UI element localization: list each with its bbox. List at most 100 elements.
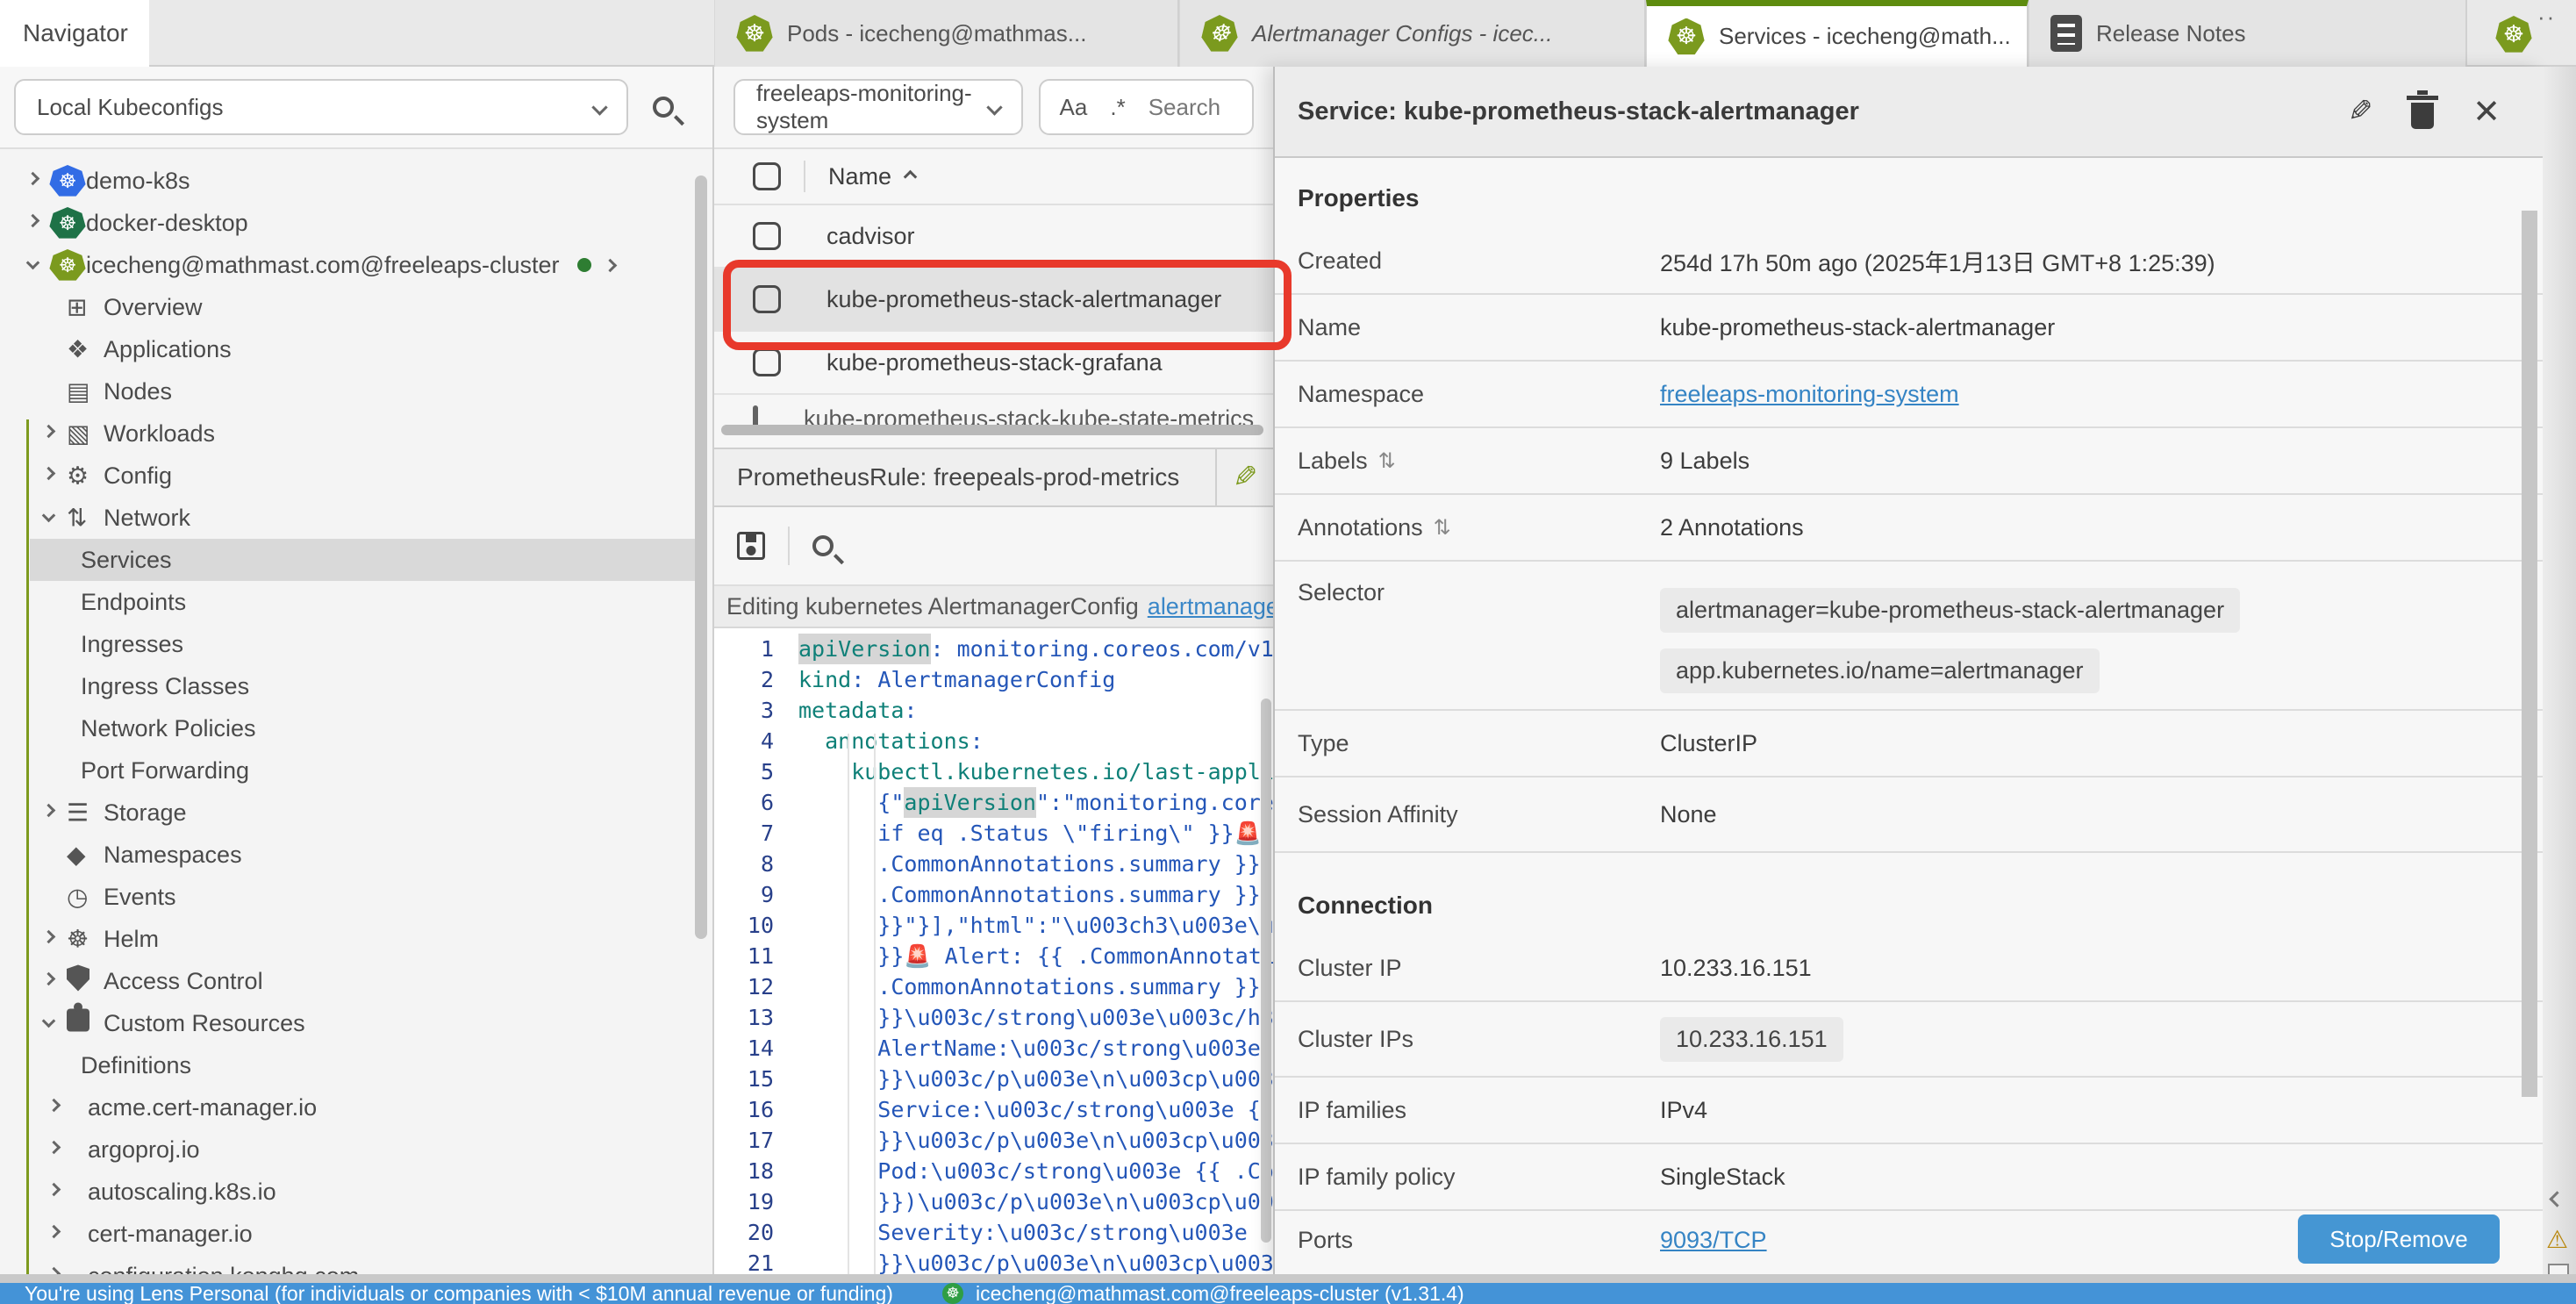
stop-remove-button[interactable]: Stop/Remove <box>2298 1214 2500 1264</box>
storage-icon: ☰ <box>67 799 89 828</box>
sidebar-item-autoscaling[interactable]: autoscaling.k8s.io <box>0 1171 712 1213</box>
status-bar: You're using Lens Personal (for individu… <box>0 1283 2576 1304</box>
chevron-down-icon <box>26 256 40 270</box>
tab-services[interactable]: ☸ Services - icecheng@math... ✕ <box>1646 0 2029 67</box>
warning-icon[interactable]: ⚠ <box>2546 1225 2568 1254</box>
sidebar-item-freeleaps-cluster[interactable]: ☸ icecheng@mathmast.com@freeleaps-cluste… <box>0 244 712 286</box>
helm-icon: ☸ <box>67 925 89 954</box>
sidebar-item-port-forwarding[interactable]: Port Forwarding <box>0 749 712 792</box>
sidebar-item-custom-resources[interactable]: Custom Resources <box>0 1002 712 1044</box>
code-line: 19 }})\u003c/p\u003e\n\u003cp\u00 <box>714 1186 1273 1217</box>
code-line: 6 {"apiVersion":"monitoring.coreos.com/v… <box>714 787 1273 818</box>
edit-rule-segment[interactable]: ✎ <box>1215 449 1273 505</box>
tab-release-notes[interactable]: Release Notes <box>2029 0 2467 67</box>
editor-search-icon[interactable] <box>812 535 834 556</box>
sidebar-item-endpoints[interactable]: Endpoints <box>0 581 712 623</box>
editor-scrollbar[interactable] <box>1261 699 1271 1243</box>
code-line: 14 AlertName:\u003c/strong\u003e <box>714 1033 1273 1064</box>
close-drawer-icon[interactable]: ✕ <box>2472 92 2501 132</box>
code-line: 4 annotations: <box>714 726 1273 756</box>
sidebar-item-network-policies[interactable]: Network Policies <box>0 707 712 749</box>
select-all-checkbox[interactable] <box>753 162 781 190</box>
chevron-right-icon <box>47 1225 61 1239</box>
namespace-select[interactable]: freeleaps-monitoring-system <box>733 79 1023 135</box>
cluster-ip-value: 10.233.16.151 <box>1660 955 1812 982</box>
search-icon[interactable] <box>653 97 674 118</box>
sidebar-item-storage[interactable]: ☰ Storage <box>0 792 712 834</box>
namespaces-icon: ◆ <box>67 841 86 870</box>
statusbar-divider <box>0 1274 2576 1283</box>
created-row: Created 254d 17h 50m ago (2025年1月13日 GMT… <box>1275 228 2543 295</box>
sort-toggle-icon[interactable]: ⇅ <box>1434 515 1451 541</box>
row-checkbox[interactable] <box>753 222 781 250</box>
sidebar-item-demo-k8s[interactable]: ☸ demo-k8s <box>0 160 712 202</box>
save-icon[interactable] <box>737 532 765 560</box>
sidebar-item-applications[interactable]: ❖ Applications <box>0 328 712 370</box>
navigator-panel-tab[interactable]: Navigator <box>0 0 149 67</box>
sidebar-item-workloads[interactable]: ▧ Workloads <box>0 412 712 455</box>
sidebar-scrollbar[interactable] <box>695 176 707 939</box>
kubernetes-icon: ☸ <box>49 207 86 239</box>
sidebar-item-ingress-classes[interactable]: Ingress Classes <box>0 665 712 707</box>
sidebar-item-config[interactable]: ⚙ Config <box>0 455 712 497</box>
chevron-right-icon <box>42 804 56 818</box>
list-search-input[interactable]: Aa .* Search <box>1039 79 1254 135</box>
sidebar-item-helm[interactable]: ☸ Helm <box>0 918 712 960</box>
sidebar-item-namespaces[interactable]: ◆ Namespaces <box>0 834 712 876</box>
indent-guide <box>874 734 876 1274</box>
sidebar-item-argoproj[interactable]: argoproj.io <box>0 1128 712 1171</box>
tab-pods[interactable]: ☸ Pods - icecheng@mathmas... <box>714 0 1179 67</box>
sidebar-item-network[interactable]: ⇅ Network <box>0 497 712 539</box>
service-row-partial[interactable]: kube-prometheus-stack-kube-state-metrics <box>714 395 1273 428</box>
sidebar-item-definitions[interactable]: Definitions <box>0 1044 712 1086</box>
alertmanager-config-link[interactable]: alertmanager <box>1148 593 1273 620</box>
top-bar: Navigator ☸ Pods - icecheng@mathmas... ☸… <box>0 0 2576 67</box>
code-line: 17 }}\u003c/p\u003e\n\u003cp\u003 <box>714 1125 1273 1156</box>
labels-count: 9 Labels <box>1660 448 1750 475</box>
sidebar-item-overview[interactable]: ⊞ Overview <box>0 286 712 328</box>
selector-badge: app.kubernetes.io/name=alertmanager <box>1660 648 2100 693</box>
name-column-header[interactable]: Name <box>828 163 891 190</box>
sidebar-item-configuration-konghq[interactable]: configuration.konghq.com <box>0 1255 712 1274</box>
sidebar-item-services[interactable]: Services <box>0 539 712 581</box>
code-line: 8 .CommonAnnotations.summary }}- <box>714 849 1273 879</box>
sidebar-item-acme-cert-manager[interactable]: acme.cert-manager.io <box>0 1086 712 1128</box>
port-link-9093[interactable]: 9093/TCP <box>1660 1227 1912 1254</box>
ip-families-row: IP families IPv4 <box>1275 1078 2543 1144</box>
service-row-alertmanager[interactable]: kube-prometheus-stack-alertmanager <box>714 269 1273 332</box>
workloads-icon: ▧ <box>67 419 89 448</box>
sort-toggle-icon[interactable]: ⇅ <box>1378 448 1396 474</box>
prometheusrule-dock-bar[interactable]: PrometheusRule: freepeals-prod-metrics ✎ <box>714 448 1273 507</box>
code-line: 3metadata: <box>714 695 1273 726</box>
row-checkbox[interactable] <box>753 285 781 313</box>
chevron-right-icon <box>603 258 617 272</box>
sidebar-item-access-control[interactable]: Access Control <box>0 960 712 1002</box>
kubernetes-icon-partial-tab[interactable]: ☸ <box>2495 16 2532 53</box>
cluster-ip-row: Cluster IP 10.233.16.151 <box>1275 935 2543 1002</box>
sidebar-item-events[interactable]: ◷ Events <box>0 876 712 918</box>
tab-alertmanager-configs[interactable]: ☸ Alertmanager Configs - icec... <box>1179 0 1646 67</box>
service-row-grafana[interactable]: kube-prometheus-stack-grafana <box>714 332 1273 395</box>
shield-icon <box>67 965 89 992</box>
sidebar-item-ingresses[interactable]: Ingresses <box>0 623 712 665</box>
code-line: 21 }}\u003c/p\u003e\n\u003cp\u003 <box>714 1248 1273 1274</box>
namespace-link[interactable]: freeleaps-monitoring-system <box>1660 381 1959 408</box>
row-checkbox[interactable] <box>753 348 781 376</box>
delete-service-icon[interactable] <box>2411 103 2434 129</box>
kubeconfig-select[interactable]: Local Kubeconfigs <box>14 79 628 135</box>
sidebar-item-nodes[interactable]: ▤ Nodes <box>0 370 712 412</box>
sidebar-item-docker-desktop[interactable]: ☸ docker-desktop <box>0 202 712 244</box>
regex-toggle[interactable]: .* <box>1110 94 1125 121</box>
cluster-connected-dot <box>577 258 591 272</box>
sort-ascending-icon[interactable] <box>904 169 918 183</box>
edit-service-icon[interactable]: ✎ <box>2348 94 2373 129</box>
drawer-scrollbar[interactable] <box>2522 211 2537 1097</box>
selector-badge: alertmanager=kube-prometheus-stack-alert… <box>1660 588 2240 633</box>
chevron-right-icon <box>42 425 56 439</box>
chevron-left-icon[interactable] <box>2549 1191 2565 1207</box>
sidebar-item-cert-manager[interactable]: cert-manager.io <box>0 1213 712 1255</box>
service-row-cadvisor[interactable]: cadvisor <box>714 205 1273 269</box>
yaml-editor[interactable]: 1apiVersion: monitoring.coreos.com/v1 2k… <box>714 628 1273 1274</box>
match-case-toggle[interactable]: Aa <box>1060 94 1088 121</box>
horizontal-scrollbar[interactable] <box>721 425 1263 435</box>
